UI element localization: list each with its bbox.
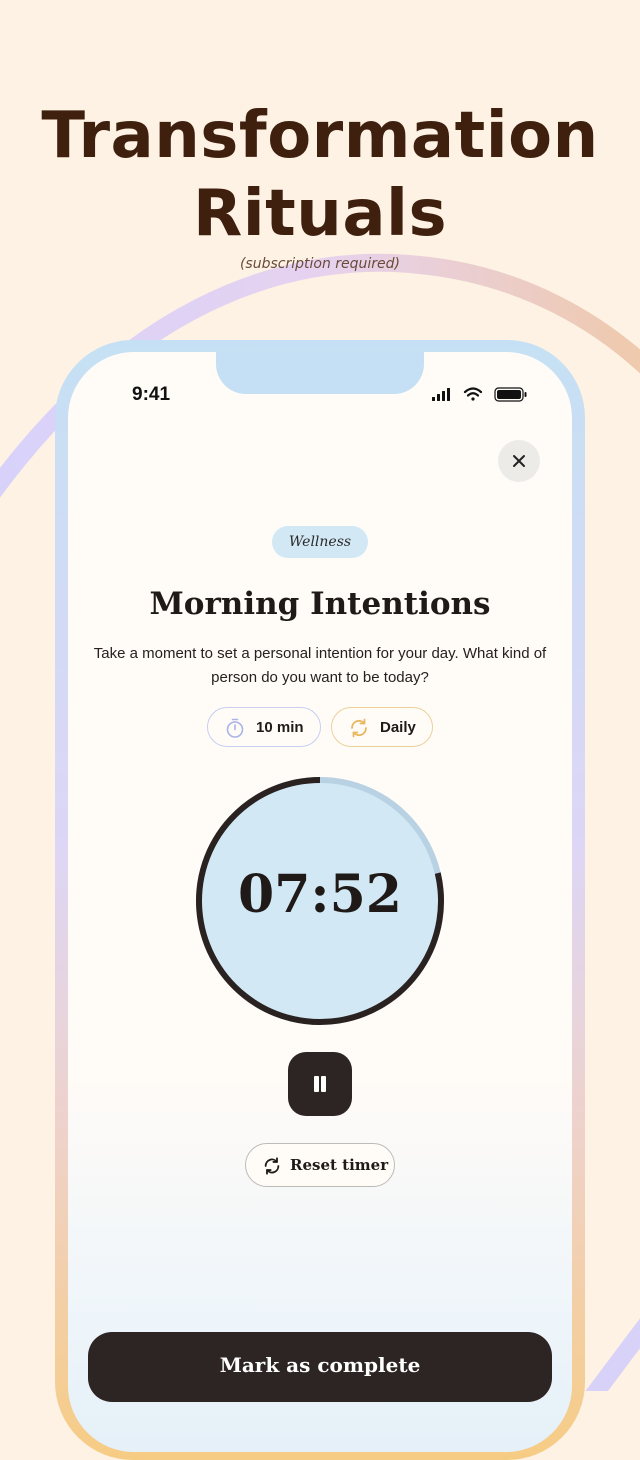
frequency-label: Daily: [380, 719, 416, 736]
repeat-icon: [351, 718, 367, 738]
phone-screen: 9:41 Wellness Morning Intentions Take a …: [68, 352, 572, 1452]
pause-button[interactable]: [288, 1052, 352, 1116]
close-button[interactable]: [498, 440, 540, 482]
headline-line-1: Transformation: [41, 99, 599, 173]
ritual-description: Take a moment to set a personal intentio…: [93, 645, 547, 686]
stopwatch-icon: [226, 718, 244, 738]
ritual-title: Morning Intentions: [149, 586, 491, 622]
status-icons: [432, 387, 527, 402]
subscription-note: (subscription required): [239, 256, 401, 272]
category-badge: Wellness: [272, 526, 368, 558]
duration-chip: 10 min: [207, 707, 321, 747]
phone-notch: [216, 352, 424, 394]
reset-timer-button[interactable]: Reset timer: [245, 1143, 395, 1187]
signal-icon: [432, 388, 450, 401]
battery-icon: [494, 387, 527, 402]
headline-line-2: Rituals: [192, 177, 448, 251]
reset-timer-label: Reset timer: [290, 1156, 389, 1174]
status-time: 9:41: [132, 384, 171, 405]
wifi-icon: [463, 387, 483, 401]
reset-icon: [264, 1157, 280, 1175]
duration-label: 10 min: [256, 719, 304, 736]
frequency-chip: Daily: [331, 707, 433, 747]
close-icon: [513, 455, 525, 467]
timer-display: 07:52: [238, 864, 402, 925]
mark-complete-button[interactable]: Mark as complete: [88, 1332, 552, 1402]
